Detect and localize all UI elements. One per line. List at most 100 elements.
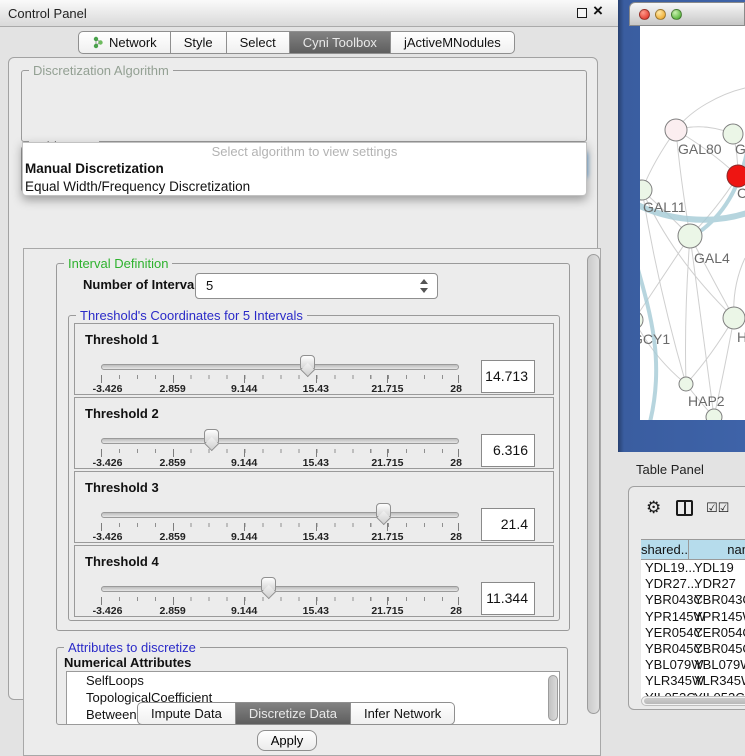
split-columns-icon[interactable]	[676, 500, 693, 516]
combo-arrows-icon	[419, 279, 428, 293]
attributes-group-title: Attributes to discretize	[64, 640, 200, 655]
node-gcy1[interactable]	[640, 311, 643, 329]
table-header-row: shared... name	[641, 539, 745, 560]
threshold-3-box: Threshold 3 -3.4262.8599.14415.4321.7152…	[74, 471, 554, 543]
table-row[interactable]: YDR27...YDR27	[641, 576, 745, 592]
threshold-4-box: Threshold 4 -3.4262.8599.14415.4321.7152…	[74, 545, 554, 617]
cyni-main-panel: Discretization Algorithm Table Data galF…	[8, 57, 598, 700]
panel-title: Control Panel	[8, 6, 87, 21]
threshold-1-box: Threshold 1 -3.4262.8599.14415.4321.7152…	[74, 323, 554, 395]
node-label-partial-c: C	[737, 185, 745, 201]
node-label-gal80: GAL80	[678, 141, 722, 157]
vertical-scrollbar[interactable]	[587, 254, 600, 714]
table-toolbar: ⚙ ☑☑	[629, 487, 745, 531]
float-icon[interactable]	[577, 8, 587, 18]
settings-scroll-panel: Interval Definition Number of Intervals …	[23, 248, 601, 756]
tab-jactivemnodules[interactable]: jActiveMNodules	[391, 31, 515, 54]
scrollbar-thumb[interactable]	[644, 698, 745, 704]
column-header-name[interactable]: name	[689, 540, 745, 559]
window-close-icon[interactable]	[639, 9, 650, 20]
node-partial-bottom[interactable]	[706, 409, 722, 420]
tab-discretize-data[interactable]: Discretize Data	[236, 702, 351, 725]
bottom-tab-bar: Impute Data Discretize Data Infer Networ…	[137, 702, 455, 725]
apply-button[interactable]: Apply	[257, 730, 317, 751]
table-row[interactable]: YBL079WYBL079W	[641, 657, 745, 673]
list-vertical-scrollbar[interactable]	[548, 675, 558, 721]
slider-ticks	[101, 449, 459, 457]
threshold-3-slider-track[interactable]	[101, 512, 459, 518]
tab-impute-data[interactable]: Impute Data	[137, 702, 236, 725]
table-row[interactable]: YDL19...YDL19	[641, 560, 745, 576]
table-row[interactable]: YER054CYER054C	[641, 625, 745, 641]
node-gal4[interactable]	[678, 224, 702, 248]
node-label-partial-h: H	[737, 329, 745, 345]
num-intervals-label: Number of Intervals	[83, 277, 205, 292]
threshold-1-slider-track[interactable]	[101, 364, 459, 370]
algorithm-groupbox	[21, 70, 587, 142]
tab-infer-network[interactable]: Infer Network	[351, 702, 455, 725]
node-red-selected[interactable]	[727, 165, 745, 187]
threshold-3-value-field[interactable]: 21.4	[481, 508, 535, 541]
close-icon[interactable]: ×	[593, 1, 603, 21]
slider-ticks	[101, 523, 459, 531]
algorithm-group-title: Discretization Algorithm	[29, 63, 173, 78]
window-minimize-icon[interactable]	[655, 9, 666, 20]
tab-network-label: Network	[109, 35, 157, 50]
popup-item-equal-width-frequency[interactable]: Equal Width/Frequency Discretization	[23, 178, 586, 196]
column-header-shared-name[interactable]: shared...	[641, 540, 689, 559]
threshold-2-slider-track[interactable]	[101, 438, 459, 444]
list-item[interactable]: SelfLoops	[67, 672, 559, 689]
threshold-4-slider-track[interactable]	[101, 586, 459, 592]
table-panel-title: Table Panel	[636, 462, 704, 477]
interval-group-title: Interval Definition	[64, 256, 172, 271]
popup-item-manual-discretization[interactable]: Manual Discretization	[23, 160, 586, 178]
tab-style[interactable]: Style	[171, 31, 227, 54]
threshold-3-slider-thumb[interactable]	[376, 503, 391, 517]
slider-tick-labels: -3.4262.8599.14415.4321.71528	[101, 531, 459, 543]
tab-cyni-toolbox[interactable]: Cyni Toolbox	[290, 31, 391, 54]
table-row[interactable]: YBR043CYBR043C	[641, 592, 745, 608]
threshold-2-value-field[interactable]: 6.316	[481, 434, 535, 467]
node-label-hap2: HAP2	[688, 393, 725, 409]
control-panel: Control Panel × Network Style Select Cyn…	[0, 0, 620, 745]
table-row[interactable]: YLR345WYLR345W	[641, 673, 745, 689]
threshold-2-box: Threshold 2 -3.4262.8599.14415.4321.7152…	[74, 397, 554, 469]
table-row[interactable]: YBR045CYBR045C	[641, 641, 745, 657]
select-columns-icon[interactable]: ☑☑	[706, 499, 729, 517]
node-label-gcy1: GCY1	[640, 331, 670, 347]
network-window-titlebar[interactable]	[629, 2, 745, 26]
node-hap2[interactable]	[679, 377, 693, 391]
node-partial-right[interactable]	[723, 307, 745, 329]
gear-icon[interactable]: ⚙	[646, 499, 661, 517]
node-label-gal11: GAL11	[643, 199, 686, 215]
thresholds-group-title: Threshold's Coordinates for 5 Intervals	[76, 308, 307, 323]
table-panel-box: ⚙ ☑☑ shared... name YDL19...YDL19 YDR27.…	[628, 486, 745, 710]
horizontal-scrollbar[interactable]	[641, 696, 745, 706]
slider-tick-labels: -3.4262.8599.14415.4321.71528	[101, 605, 459, 617]
slider-tick-labels: -3.4262.8599.14415.4321.71528	[101, 383, 459, 395]
threshold-1-slider-thumb[interactable]	[300, 355, 315, 369]
network-canvas[interactable]: GAL80 GAL11 GAL4 GCY1 HAP2 GA C H	[640, 26, 745, 420]
tab-select[interactable]: Select	[227, 31, 290, 54]
node-gal80[interactable]	[665, 119, 687, 141]
top-tab-bar: Network Style Select Cyni Toolbox jActiv…	[78, 31, 515, 54]
threshold-4-value-field[interactable]: 11.344	[481, 582, 535, 615]
threshold-2-slider-thumb[interactable]	[204, 429, 219, 443]
control-panel-titlebar: Control Panel ×	[0, 0, 620, 27]
tab-network[interactable]: Network	[78, 31, 171, 54]
slider-ticks	[101, 597, 459, 605]
window-zoom-icon[interactable]	[671, 9, 682, 20]
slider-tick-labels: -3.4262.8599.14415.4321.71528	[101, 457, 459, 469]
attribute-table[interactable]: shared... name YDL19...YDL19 YDR27...YDR…	[641, 539, 745, 699]
numerical-attributes-label: Numerical Attributes	[64, 655, 191, 670]
num-intervals-combobox[interactable]: 5	[195, 273, 438, 299]
node-label-partial-ga: GA	[735, 141, 745, 157]
slider-ticks	[101, 375, 459, 383]
table-row[interactable]: YPR145WYPR145W	[641, 609, 745, 625]
network-icon	[92, 34, 104, 55]
num-intervals-value: 5	[206, 278, 213, 293]
threshold-1-value-field[interactable]: 14.713	[481, 360, 535, 393]
popup-placeholder-item: Select algorithm to view settings	[23, 143, 586, 160]
threshold-4-slider-thumb[interactable]	[261, 577, 276, 591]
table-panel: Table Panel ⚙ ☑☑ shared... name YDL19...…	[618, 452, 745, 745]
